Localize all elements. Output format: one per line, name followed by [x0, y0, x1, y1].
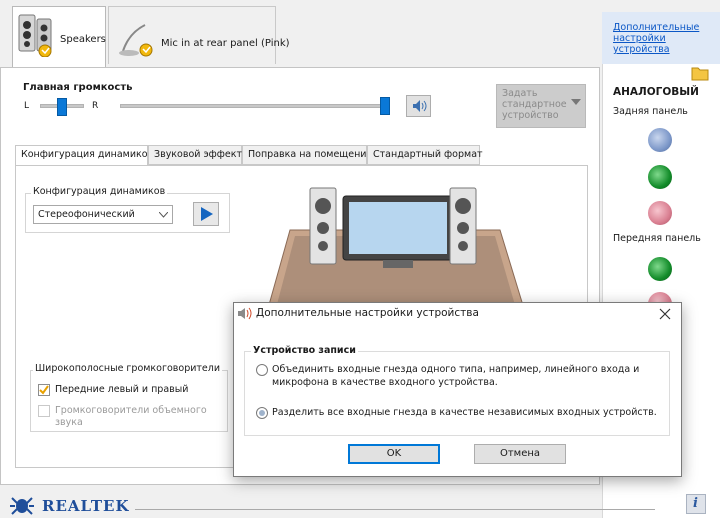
chevron-down-icon	[159, 212, 168, 218]
info-icon: i	[693, 496, 698, 511]
front-speakers-checkbox[interactable]	[38, 384, 50, 396]
left-speaker-icon	[309, 187, 337, 265]
master-volume-title: Главная громкость	[23, 82, 133, 93]
advanced-settings-link[interactable]: Дополнительные настройки устройства	[613, 22, 711, 55]
fullrange-title: Широкополосные громкоговорители	[33, 363, 223, 374]
realtek-crab-logo-icon	[10, 497, 34, 515]
front-speakers-label: Передние левый и правый	[55, 384, 189, 395]
tab-default-format[interactable]: Стандартный формат	[367, 145, 483, 165]
volume-slider-thumb[interactable]	[380, 97, 390, 115]
jack-green-icon[interactable]	[648, 165, 672, 189]
cancel-button[interactable]: Отмена	[474, 444, 566, 464]
balance-slider-thumb[interactable]	[57, 98, 67, 116]
rear-panel-label: Задняя панель	[613, 106, 688, 117]
checkmark-icon	[39, 385, 49, 395]
tab-speakers[interactable]: Speakers	[12, 6, 106, 68]
speaker-config-select[interactable]: Стереофонический	[33, 205, 173, 224]
surround-speakers-label: Громкоговорители объемного звука	[55, 405, 207, 428]
tab-room-correction[interactable]: Поправка на помещение	[242, 145, 372, 165]
tab-mic-label: Mic in at rear panel (Pink)	[161, 38, 290, 49]
separate-inputs-radio[interactable]	[256, 407, 268, 419]
tab-sound-effect[interactable]: Звуковой эффект	[148, 145, 242, 165]
combine-inputs-radio[interactable]	[256, 364, 268, 376]
surround-speakers-checkbox[interactable]	[38, 405, 50, 417]
analog-title: АНАЛОГОВЫЙ	[613, 86, 699, 98]
test-play-button[interactable]	[193, 202, 219, 226]
jack-front-green-icon[interactable]	[648, 257, 672, 281]
speaker-volume-icon	[238, 307, 252, 320]
right-speaker-icon	[449, 187, 477, 265]
play-icon	[201, 207, 213, 221]
speakers-icon	[18, 14, 52, 57]
speaker-volume-icon	[413, 100, 427, 112]
jack-pink-icon[interactable]	[648, 201, 672, 225]
recording-device-title: Устройство записи	[251, 345, 358, 356]
combine-inputs-label-line1: Объединить входные гнезда одного типа, н…	[272, 364, 640, 375]
front-panel-label: Передняя панель	[613, 233, 701, 244]
tab-speakers-label: Speakers	[60, 34, 106, 45]
close-icon[interactable]	[659, 308, 671, 320]
folder-icon[interactable]	[690, 64, 710, 82]
brand-logo: REALTEK	[42, 497, 130, 515]
balance-right-label: R	[92, 101, 99, 111]
speaker-config-value: Стереофонический	[38, 209, 135, 220]
speaker-config-title: Конфигурация динамиков	[31, 186, 168, 197]
microphone-icon	[119, 24, 153, 57]
balance-left-label: L	[24, 101, 30, 111]
volume-slider-track	[120, 104, 390, 108]
chevron-down-icon	[571, 99, 581, 105]
footer-divider	[135, 509, 655, 510]
separate-inputs-label: Разделить все входные гнезда в качестве …	[272, 407, 657, 418]
ok-button[interactable]: OK	[348, 444, 440, 464]
tab-mic-rear[interactable]: Mic in at rear panel (Pink)	[108, 6, 290, 64]
set-default-device-label: Задать стандартное устройство	[502, 88, 567, 121]
info-button[interactable]: i	[686, 494, 706, 514]
set-default-device-button[interactable]: Задать стандартное устройство	[496, 84, 586, 128]
combine-inputs-label-line2: микрофона в качестве входного устройства…	[272, 377, 498, 388]
jack-blue-icon[interactable]	[648, 128, 672, 152]
dialog-title: Дополнительные настройки устройства	[256, 307, 479, 319]
tab-speaker-config[interactable]: Конфигурация динамиков	[15, 145, 153, 166]
mute-button[interactable]	[406, 95, 431, 117]
speaker-room-illustration	[266, 187, 526, 312]
